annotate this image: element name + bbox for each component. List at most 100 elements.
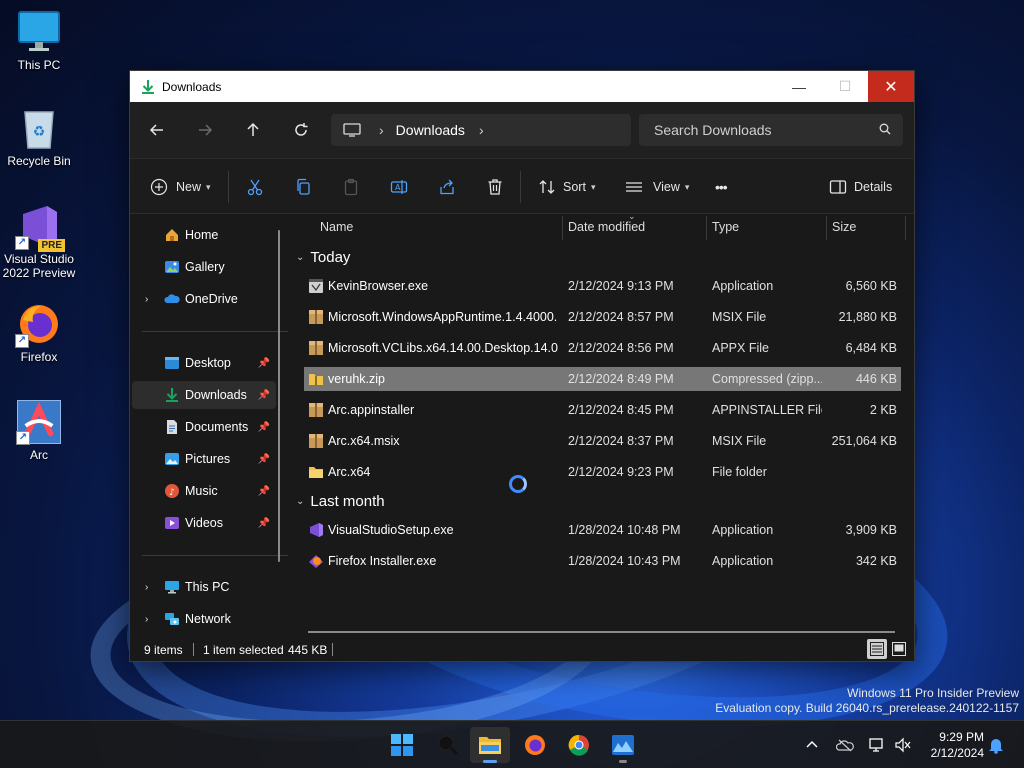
- desktop-icon-recycle-bin[interactable]: ♻ Recycle Bin: [1, 106, 77, 168]
- speaker-muted-icon: [895, 737, 911, 753]
- trash-icon: [488, 179, 502, 195]
- sidebar-item-videos[interactable]: Videos 📌: [132, 509, 276, 537]
- rename-button[interactable]: A: [390, 173, 408, 201]
- breadcrumb-downloads[interactable]: Downloads: [396, 122, 465, 138]
- file-row[interactable]: VisualStudioSetup.exe 1/28/2024 10:48 PM…: [304, 518, 901, 542]
- file-row[interactable]: Arc.x64.msix 2/12/2024 8:37 PM MSIX File…: [304, 429, 901, 453]
- onedrive-tray-button[interactable]: [836, 721, 854, 768]
- sort-icon: [539, 180, 555, 194]
- downloads-icon: [142, 79, 154, 94]
- sort-button[interactable]: Sort ▾: [538, 173, 595, 201]
- column-divider[interactable]: [706, 216, 707, 240]
- file-row[interactable]: Arc.appinstaller 2/12/2024 8:45 PM APPIN…: [304, 398, 901, 422]
- paste-button[interactable]: [342, 173, 360, 201]
- column-divider[interactable]: [562, 216, 563, 240]
- sidebar-divider: [142, 331, 288, 332]
- search-icon[interactable]: [879, 123, 891, 135]
- chevron-right-icon[interactable]: ›: [145, 614, 148, 625]
- search-button[interactable]: [428, 727, 468, 763]
- refresh-button[interactable]: [287, 116, 315, 144]
- sidebar-item-onedrive[interactable]: › OneDrive: [132, 285, 276, 313]
- sidebar-item-pictures[interactable]: Pictures 📌: [132, 445, 276, 473]
- column-header-date[interactable]: Date modified: [568, 214, 645, 240]
- column-header-type[interactable]: Type: [712, 214, 739, 240]
- chevron-right-icon[interactable]: ›: [379, 122, 384, 138]
- horizontal-scrollbar[interactable]: [308, 631, 895, 633]
- tiles-view-button[interactable]: [889, 639, 909, 659]
- desktop-icon-visual-studio[interactable]: PRE ↗ Visual Studio 2022 Preview: [1, 204, 77, 280]
- delete-button[interactable]: [486, 173, 504, 201]
- document-icon: [167, 420, 177, 434]
- navigation-bar: › Downloads ›: [130, 102, 914, 158]
- file-type: APPINSTALLER File: [712, 403, 822, 417]
- title-bar[interactable]: Downloads — ☐ ✕: [130, 71, 914, 102]
- details-view-button[interactable]: [867, 639, 887, 659]
- column-header-name[interactable]: Name: [320, 214, 353, 240]
- file-row[interactable]: Microsoft.WindowsAppRuntime.1.4.4000... …: [304, 305, 901, 329]
- video-icon: [165, 517, 179, 529]
- file-explorer-taskbar-button[interactable]: [470, 727, 510, 763]
- column-header-size[interactable]: Size: [832, 214, 856, 240]
- file-name: Firefox Installer.exe: [328, 554, 437, 568]
- chevron-right-icon[interactable]: ›: [479, 122, 484, 138]
- file-row[interactable]: Firefox Installer.exe 1/28/2024 10:43 PM…: [304, 549, 901, 573]
- sidebar-item-home[interactable]: Home: [132, 221, 276, 249]
- pin-icon: 📌: [257, 421, 270, 433]
- view-button[interactable]: View ▾: [625, 173, 689, 201]
- file-row-selected[interactable]: veruhk.zip 2/12/2024 8:49 PM Compressed …: [304, 367, 901, 391]
- chevron-down-icon: ▾: [590, 181, 596, 192]
- show-hidden-icons-button[interactable]: [805, 721, 819, 768]
- copy-button[interactable]: [294, 173, 312, 201]
- address-bar[interactable]: › Downloads ›: [331, 114, 631, 146]
- file-row[interactable]: KevinBrowser.exe 2/12/2024 9:13 PM Appli…: [304, 274, 901, 298]
- sidebar-item-desktop[interactable]: Desktop 📌: [132, 349, 276, 377]
- search-input[interactable]: [654, 122, 864, 138]
- sidebar-divider: [142, 555, 288, 556]
- file-row[interactable]: Arc.x64 2/12/2024 9:23 PM File folder: [304, 460, 901, 484]
- sidebar-item-music[interactable]: ♪ Music 📌: [132, 477, 276, 505]
- sidebar-item-downloads[interactable]: Downloads 📌: [132, 381, 276, 409]
- sort-label: Sort: [563, 180, 586, 194]
- start-button[interactable]: [382, 727, 422, 763]
- forward-button[interactable]: [191, 116, 219, 144]
- details-button[interactable]: Details: [829, 173, 892, 201]
- system-clock[interactable]: 9:29 PM 2/12/2024: [931, 729, 984, 761]
- chevron-down-icon: ▾: [206, 181, 211, 192]
- share-button[interactable]: [438, 173, 456, 201]
- sidebar-item-documents[interactable]: Documents 📌: [132, 413, 276, 441]
- up-button[interactable]: [239, 116, 267, 144]
- firefox-taskbar-button[interactable]: [515, 727, 555, 763]
- file-date: 2/12/2024 8:49 PM: [568, 372, 674, 386]
- group-header-today[interactable]: ⌄ Today: [296, 245, 350, 269]
- desktop-icon-this-pc[interactable]: This PC: [1, 10, 77, 72]
- sidebar-item-this-pc[interactable]: › This PC: [132, 573, 276, 601]
- minimize-button[interactable]: —: [776, 71, 822, 102]
- sidebar-item-gallery[interactable]: Gallery: [132, 253, 276, 281]
- volume-tray-button[interactable]: [894, 721, 912, 768]
- sidebar-scrollbar[interactable]: [278, 230, 280, 562]
- app-taskbar-button[interactable]: [603, 727, 643, 763]
- desktop-icon-firefox[interactable]: ↗ Firefox: [1, 302, 77, 364]
- desktop-icon-arc[interactable]: ↗ Arc: [1, 400, 77, 462]
- file-size: 2 KB: [869, 403, 897, 417]
- close-button[interactable]: ✕: [868, 71, 914, 102]
- new-label: New: [176, 180, 202, 194]
- chevron-right-icon[interactable]: ›: [145, 294, 148, 305]
- file-type: MSIX File: [712, 310, 767, 324]
- details-label: Details: [854, 180, 893, 194]
- back-button[interactable]: [143, 116, 171, 144]
- new-button[interactable]: New ▾: [150, 173, 211, 201]
- chevron-right-icon[interactable]: ›: [145, 582, 148, 593]
- chrome-taskbar-button[interactable]: [559, 727, 599, 763]
- sidebar-item-network[interactable]: › Network: [132, 605, 276, 633]
- column-divider[interactable]: [905, 216, 906, 240]
- network-tray-button[interactable]: [868, 721, 886, 768]
- cut-button[interactable]: [246, 173, 264, 201]
- group-header-last-month[interactable]: ⌄ Last month: [296, 489, 385, 513]
- more-options-button[interactable]: •••: [715, 173, 728, 201]
- firefox-icon: [525, 735, 545, 755]
- notifications-button[interactable]: [988, 721, 1004, 768]
- file-row[interactable]: Microsoft.VCLibs.x64.14.00.Desktop.14.0.…: [304, 336, 901, 360]
- column-divider[interactable]: [826, 216, 827, 240]
- maximize-button[interactable]: ☐: [822, 71, 868, 102]
